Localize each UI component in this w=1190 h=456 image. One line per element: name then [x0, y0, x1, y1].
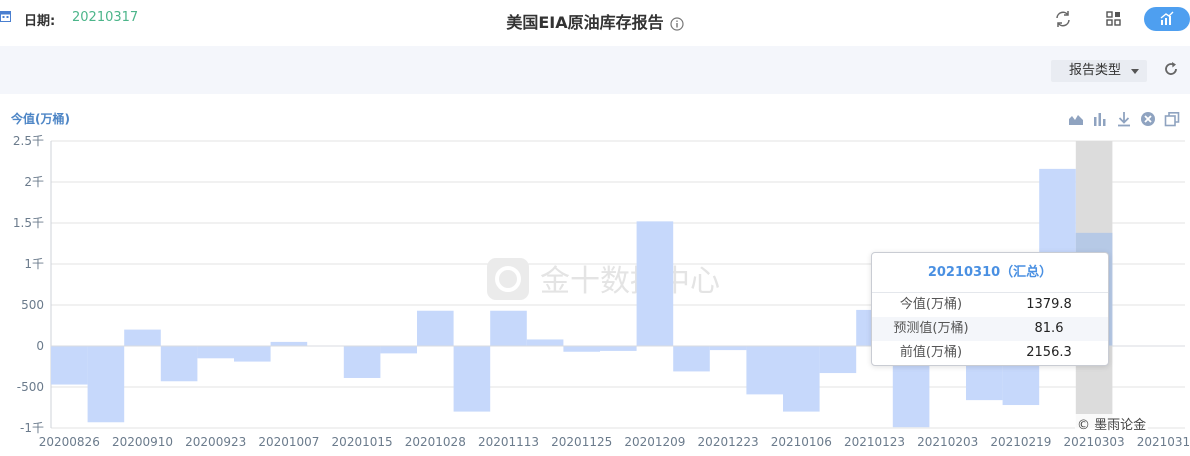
reload-icon[interactable]: [1163, 61, 1179, 77]
y-tick-label: 1千: [24, 257, 44, 271]
bar[interactable]: [51, 346, 88, 385]
y-axis-ticks: 2.5千 2千 1.5千 1千 500 0 -500 -1千: [13, 134, 44, 435]
watermark-text: 金十数据中心: [540, 264, 720, 299]
chart-tooltip: 20210310（汇总） 今值(万桶) 1379.8 预测值(万桶) 81.6 …: [871, 252, 1109, 366]
x-tick-label: 20201209: [624, 435, 685, 449]
page-title-text: 美国EIA原油库存报告: [506, 13, 664, 32]
tooltip-row-previous: 前值(万桶) 2156.3: [872, 341, 1108, 365]
bar[interactable]: [380, 346, 417, 354]
y-tick-label: 1.5千: [13, 216, 44, 230]
x-tick-label: 20210219: [990, 435, 1051, 449]
tooltip-value: 81.6: [1034, 321, 1064, 336]
x-tick-label: 20200910: [112, 435, 173, 449]
x-tick-label: 20200826: [39, 435, 100, 449]
x-tick-label: 20201125: [551, 435, 612, 449]
bar[interactable]: [526, 339, 564, 346]
page-title: 美国EIA原油库存报告: [0, 9, 1190, 33]
x-tick-label: 20210106: [771, 435, 832, 449]
filter-bar: [0, 46, 1190, 94]
header-bar: 日期: 20210317 美国EIA原油库存报告: [0, 0, 1190, 40]
bar[interactable]: [270, 341, 308, 346]
y-tick-label: -500: [17, 380, 44, 394]
x-tick-label: 20210203: [917, 435, 978, 449]
y-tick-label: 2千: [24, 175, 44, 189]
y-tick-label: 2.5千: [13, 134, 44, 148]
close-icon[interactable]: [1140, 111, 1156, 127]
y-tick-label: 500: [21, 298, 44, 312]
watermark-logo: [487, 258, 529, 300]
bar[interactable]: [124, 329, 161, 346]
bar[interactable]: [600, 346, 637, 351]
chart-toggle-icon: [1160, 11, 1174, 25]
y-tick-label: 0: [36, 339, 44, 353]
bar[interactable]: [563, 346, 600, 352]
bar[interactable]: [709, 346, 747, 351]
tooltip-row-actual: 今值(万桶) 1379.8: [872, 293, 1108, 317]
bar[interactable]: [234, 346, 271, 362]
tooltip-value: 2156.3: [1026, 345, 1072, 360]
tooltip-row-forecast: 预测值(万桶) 81.6: [872, 317, 1108, 341]
x-tick-label: 20210123: [844, 435, 905, 449]
bar[interactable]: [673, 346, 710, 372]
x-axis-ticks: 20200826 20200910 20200923 20201007 20201015…: [39, 435, 1190, 449]
x-tick-label: 20201028: [405, 435, 466, 449]
tooltip-label: 前值(万桶): [899, 345, 963, 360]
x-tick-label: 20201007: [258, 435, 319, 449]
tooltip-label: 预测值(万桶): [893, 321, 969, 336]
refresh-cycle-icon[interactable]: [1053, 9, 1073, 29]
x-tick-label: 20201015: [332, 435, 393, 449]
watermark: 金十数据中心: [487, 258, 720, 300]
x-tick-label: 20200923: [185, 435, 246, 449]
corner-watermark: © 墨雨论金: [1075, 414, 1149, 433]
tooltip-value: 1379.8: [1026, 297, 1072, 312]
report-type-dropdown[interactable]: 报告类型: [1051, 60, 1147, 82]
bar[interactable]: [87, 346, 125, 423]
y-tick-label: -1千: [20, 421, 44, 435]
bar[interactable]: [490, 310, 527, 346]
area-chart-icon[interactable]: [1068, 111, 1084, 127]
bar[interactable]: [819, 346, 857, 374]
chart-toggle-button[interactable]: [1144, 7, 1190, 31]
dropdown-caret-icon: [1131, 69, 1139, 74]
report-type-label: 报告类型: [1069, 63, 1122, 78]
x-tick-label: 20201113: [478, 435, 539, 449]
bar[interactable]: [197, 346, 234, 359]
bar-chart-icon[interactable]: [1092, 111, 1108, 127]
corner-watermark-text: 墨雨论金: [1094, 418, 1147, 433]
tooltip-title: 20210310（汇总）: [872, 253, 1108, 293]
bar[interactable]: [453, 346, 491, 412]
info-icon[interactable]: [670, 16, 684, 31]
tooltip-label: 今值(万桶): [899, 297, 963, 312]
download-icon[interactable]: [1116, 111, 1132, 127]
grid-icon[interactable]: [1104, 9, 1124, 29]
x-tick-label: 20210317: [1137, 435, 1190, 449]
x-tick-label: 20210303: [1064, 435, 1125, 449]
bar[interactable]: [636, 221, 674, 346]
bar[interactable]: [783, 346, 820, 412]
bar[interactable]: [746, 346, 783, 395]
unit-label: 今值(万桶): [11, 112, 70, 126]
bar[interactable]: [343, 346, 381, 378]
bar[interactable]: [417, 310, 454, 346]
x-tick-label: 20201223: [698, 435, 759, 449]
bar[interactable]: [160, 346, 198, 382]
restore-icon[interactable]: [1164, 111, 1180, 127]
